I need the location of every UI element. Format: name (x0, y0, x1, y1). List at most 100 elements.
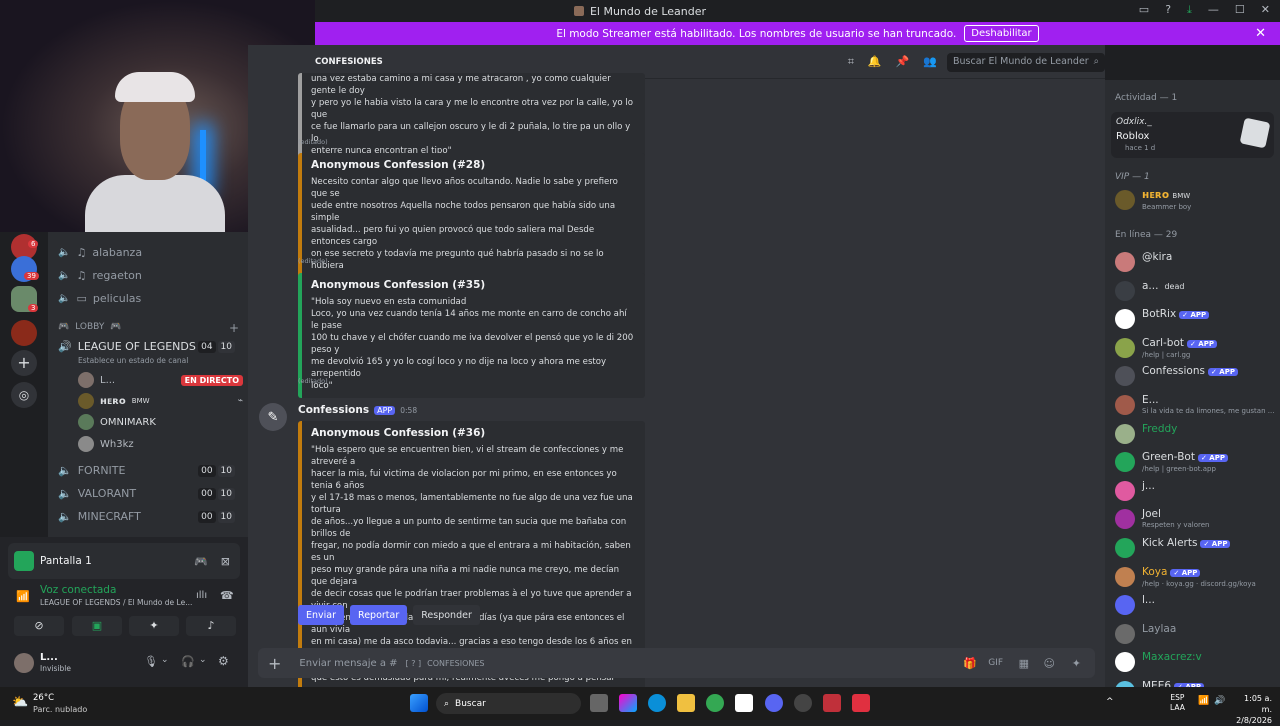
member-item[interactable]: Maxacrez:v (1115, 651, 1275, 673)
voice-channel-lol[interactable]: 🔊 LEAGUE OF LEGENDS 04 10 (58, 340, 243, 353)
channel-status[interactable]: Establece un estado de canal (78, 356, 188, 365)
voice-user[interactable]: ʜᴇʀᴏ BMW ⌁ (78, 392, 243, 410)
weather-temp[interactable]: 26°C (33, 693, 54, 703)
embed-text: una vez estaba camino a mi casa y me atr… (311, 74, 634, 156)
voice-location[interactable]: LEAGUE OF LEGENDS / El Mundo de Le... (40, 598, 192, 607)
taskbar-search[interactable]: ⌕ Buscar (436, 693, 581, 714)
member-item[interactable]: Confessions ✓ APP (1115, 365, 1275, 387)
maximize-icon[interactable]: ☐ (1235, 3, 1245, 17)
gamepad-icon[interactable]: 🎮 (194, 555, 208, 568)
sticker-icon[interactable]: ▦ (1019, 657, 1029, 670)
discover-icon[interactable]: ◎ (11, 382, 37, 408)
self-avatar[interactable] (14, 653, 34, 673)
camera-off-button[interactable]: ⊘ (14, 616, 64, 636)
edge-icon[interactable] (648, 694, 666, 712)
member-item[interactable]: Freddy (1115, 423, 1275, 444)
screen-share-button[interactable]: ▣ (72, 616, 122, 636)
plus-icon[interactable]: + (268, 654, 281, 673)
member-item[interactable]: Carl-bot ✓ APP/help | carl.gg (1115, 337, 1275, 360)
disable-streamer-button[interactable]: Deshabilitar (964, 25, 1039, 42)
member-item[interactable]: BotRix ✓ APP (1115, 308, 1275, 330)
obs-icon[interactable] (794, 694, 812, 712)
discord-icon[interactable] (765, 694, 783, 712)
message-input[interactable]: Enviar mensaje a # (299, 658, 397, 669)
category-lobby[interactable]: 🎮 LOBBY 🎮 (58, 322, 122, 332)
bell-icon[interactable]: 🔔 (868, 55, 882, 69)
voice-channel[interactable]: 🔈 FORNITE 00 10 (58, 464, 243, 477)
inbox-icon[interactable]: ▭ (1139, 3, 1149, 17)
gear-icon[interactable]: ⚙ (218, 654, 229, 668)
weather-desc[interactable]: Parc. nublado (33, 705, 87, 714)
activities-button[interactable]: ✦ (129, 616, 179, 636)
app-icon[interactable] (852, 694, 870, 712)
windows-start-icon[interactable] (410, 694, 428, 712)
emoji-icon[interactable]: ☺ (1044, 657, 1055, 670)
threads-icon[interactable]: ⌗ (848, 55, 854, 69)
download-icon[interactable]: ⤓ (1187, 3, 1192, 17)
voice-channel[interactable]: 🔈 VALORANT 00 10 (58, 487, 243, 500)
app-icon[interactable] (823, 694, 841, 712)
copilot-icon[interactable] (619, 694, 637, 712)
channel-item[interactable]: 🔈 ♫ alabanza (58, 246, 142, 259)
server-icon[interactable] (11, 320, 37, 346)
bot-avatar[interactable]: ✎ (259, 403, 287, 431)
chevron-down-icon[interactable]: ⌄ (161, 655, 169, 665)
member-item[interactable]: Laylaa (1115, 623, 1275, 644)
voice-user[interactable]: L... EN DIRECTO (78, 371, 243, 389)
apps-icon[interactable]: ✦ (1072, 657, 1081, 670)
voice-user[interactable]: Wh3kz (78, 435, 243, 453)
tray-chevron-icon[interactable]: ^ (1106, 697, 1114, 707)
activity-card[interactable]: Odxlix._ Roblox hace 1 d (1111, 112, 1274, 158)
member-item[interactable]: Kick Alerts ✓ APP (1115, 537, 1275, 558)
member-name: Freddy (1142, 422, 1178, 435)
close-stream-icon[interactable]: ⊠ (221, 555, 230, 568)
headphones-icon[interactable]: 🎧 (181, 655, 195, 668)
chevron-down-icon[interactable]: ⌄ (199, 655, 207, 665)
report-button[interactable]: Reportar (350, 605, 408, 625)
disconnect-icon[interactable]: ☎ (220, 589, 234, 602)
file-explorer-icon[interactable] (677, 694, 695, 712)
noise-icon[interactable]: ıllı (196, 590, 207, 601)
members-icon[interactable]: 👥 (923, 55, 937, 69)
gif-icon[interactable]: GIF (988, 658, 1003, 668)
voice-user[interactable]: OMNIMARK (78, 413, 243, 431)
task-view-icon[interactable] (590, 694, 608, 712)
member-item[interactable]: Koya ✓ APP/help · koya.gg · discord.gg/ko… (1115, 566, 1275, 589)
close-window-icon[interactable]: ✕ (1261, 3, 1270, 17)
channel-item[interactable]: 🔈 ♫ regaeton (58, 269, 142, 282)
chrome-icon[interactable] (706, 694, 724, 712)
voice-status[interactable]: Voz conectada (40, 584, 116, 596)
member-item[interactable]: @kira (1115, 251, 1275, 272)
search-input[interactable]: Buscar El Mundo de Leander ⌕ (947, 53, 1105, 72)
member-item[interactable]: j... (1115, 480, 1275, 501)
mic-icon[interactable]: 🎙 (144, 655, 158, 668)
help-icon[interactable]: ? (1165, 3, 1171, 17)
soundboard-button[interactable]: ♪ (186, 616, 236, 636)
wifi-icon[interactable]: 📶 (1198, 696, 1209, 706)
member-item[interactable]: E... Si la vida te da limones, me gustan … (1115, 394, 1275, 416)
reply-button[interactable]: Responder (413, 605, 480, 625)
member-item[interactable]: a... dead (1115, 280, 1275, 301)
add-server-icon[interactable]: + (11, 350, 37, 376)
author-name[interactable]: Confessions (298, 404, 369, 416)
member-item[interactable]: Joel Respeten y valoren (1115, 508, 1275, 530)
send-button[interactable]: Enviar (298, 605, 345, 625)
avatar (1115, 652, 1135, 673)
close-icon[interactable]: ✕ (1255, 26, 1266, 41)
message-composer[interactable]: + Enviar mensaje a # [ ? ] CONFESIONES 🎁… (258, 648, 1095, 678)
lang-indicator[interactable]: ESP LAA (1170, 693, 1185, 713)
add-channel-icon[interactable]: + (229, 321, 239, 335)
member-item[interactable]: ʜᴇʀᴏ BMW Beammer boy (1115, 189, 1275, 212)
volume-icon[interactable]: 🔊 (1214, 696, 1225, 706)
channel-item[interactable]: 🔈 ▭ peliculas (58, 292, 141, 305)
voice-channel[interactable]: 🔈 MINECRAFT 00 10 (58, 510, 243, 523)
member-item[interactable]: MEE6 ✓ APP (1115, 680, 1275, 687)
member-item[interactable]: l... (1115, 594, 1275, 616)
category-label: LOBBY (75, 322, 105, 332)
capcut-icon[interactable] (735, 694, 753, 712)
clock[interactable]: 1:05 a. m. 2/8/2026 (1232, 693, 1272, 726)
gift-icon[interactable]: 🎁 (963, 657, 977, 670)
pin-icon[interactable]: 📌 (896, 55, 910, 69)
member-item[interactable]: Green-Bot ✓ APP/help | green-bot.app (1115, 451, 1275, 474)
minimize-icon[interactable]: — (1208, 3, 1219, 17)
